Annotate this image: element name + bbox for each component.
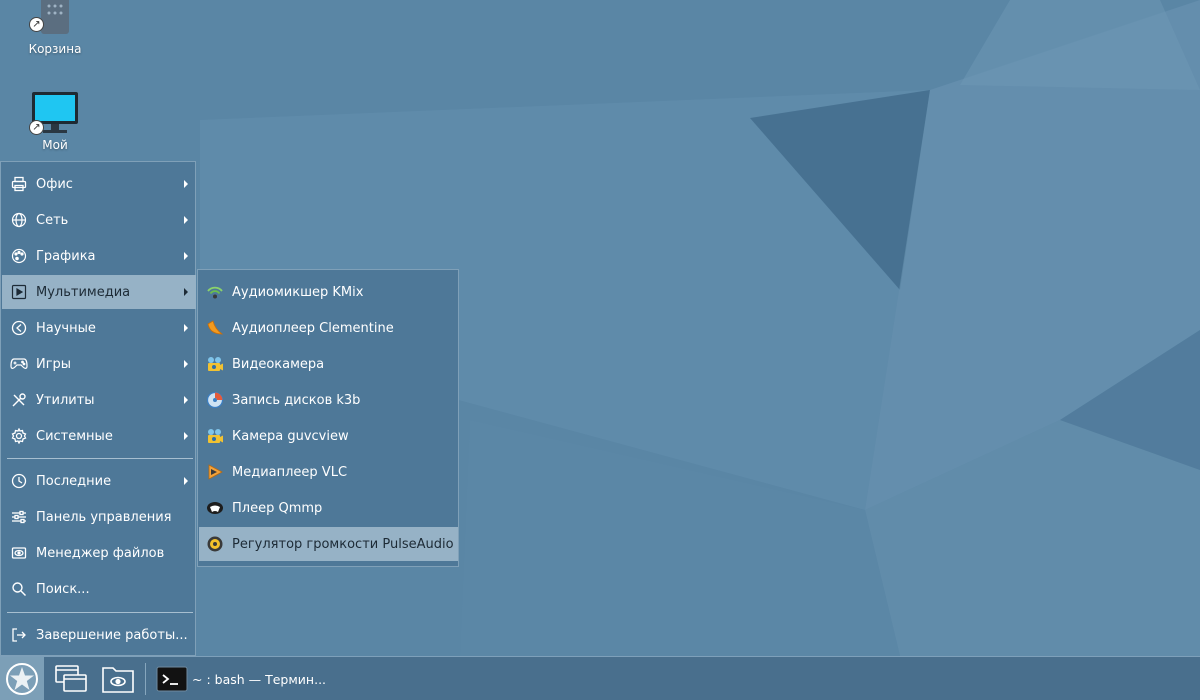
menu-item-label: Завершение работы... (36, 627, 188, 643)
sliders-icon (10, 508, 28, 526)
menu-item-system[interactable]: Системные (2, 419, 196, 453)
k3b-icon (206, 391, 224, 409)
gear-icon (10, 427, 28, 445)
submenu-arrow-icon (184, 432, 188, 440)
file-manager-launcher[interactable] (100, 661, 136, 697)
guvcview-icon (206, 427, 224, 445)
multimedia-submenu: Аудиомикшер KMix Аудиоплеер Clementine В… (197, 269, 459, 567)
taskbar-task-terminal[interactable]: ~ : bash — Термин... (156, 660, 326, 698)
qmmp-icon (206, 499, 224, 517)
printer-icon (10, 175, 28, 193)
menu-item-recent[interactable]: Последние (2, 464, 196, 498)
menu-item-label: Системные (36, 428, 113, 444)
submenu-item-webcam[interactable]: Видеокамера (199, 347, 458, 381)
submenu-arrow-icon (184, 180, 188, 188)
submenu-arrow-icon (184, 477, 188, 485)
desktop-icon-computer[interactable]: ↗ Мой (13, 90, 97, 152)
menu-item-label: Офис (36, 176, 73, 192)
folder-eye-icon (102, 667, 134, 693)
submenu-item-label: Регулятор громкости PulseAudio (232, 536, 454, 552)
menu-item-utilities[interactable]: Утилиты (2, 383, 196, 417)
menu-item-label: Панель управления (36, 509, 172, 525)
menu-item-label: Сеть (36, 212, 69, 228)
submenu-item-label: Запись дисков k3b (232, 392, 361, 408)
shortcut-arrow-icon: ↗ (29, 120, 44, 135)
pulseaudio-icon (206, 535, 224, 553)
menu-item-search[interactable]: Поиск... (2, 572, 196, 606)
menu-item-label: Научные (36, 320, 96, 336)
submenu-arrow-icon (184, 360, 188, 368)
menu-item-shutdown[interactable]: Завершение работы... (2, 618, 196, 652)
menu-item-multimedia[interactable]: Мультимедиа (2, 275, 196, 309)
submenu-item-label: Аудиоплеер Clementine (232, 320, 394, 336)
menu-item-office[interactable]: Офис (2, 167, 196, 201)
webcam-icon (206, 355, 224, 373)
submenu-arrow-icon (184, 324, 188, 332)
menu-item-label: Поиск... (36, 581, 90, 597)
submenu-arrow-icon (184, 252, 188, 260)
menu-item-label: Последние (36, 473, 112, 489)
play-icon (10, 283, 28, 301)
search-icon (10, 580, 28, 598)
submenu-item-clementine[interactable]: Аудиоплеер Clementine (199, 311, 458, 345)
shortcut-arrow-icon: ↗ (29, 17, 44, 32)
desktop-icon-label: Корзина (28, 42, 82, 56)
kmix-icon (206, 283, 224, 301)
tools-icon (10, 391, 28, 409)
menu-separator (7, 458, 193, 459)
menu-item-network[interactable]: Сеть (2, 203, 196, 237)
menu-item-games[interactable]: Игры (2, 347, 196, 381)
start-menu-button[interactable] (0, 657, 44, 700)
submenu-item-label: Медиаплеер VLC (232, 464, 348, 480)
submenu-item-kmix[interactable]: Аудиомикшер KMix (199, 275, 458, 309)
submenu-item-k3b[interactable]: Запись дисков k3b (199, 383, 458, 417)
submenu-item-label: Видеокамера (232, 356, 325, 372)
menu-separator (7, 612, 193, 613)
menu-item-control-panel[interactable]: Панель управления (2, 500, 196, 534)
submenu-item-vlc[interactable]: Медиаплеер VLC (199, 455, 458, 489)
desktop-icon-label: Мой (42, 138, 68, 152)
submenu-item-label: Плеер Qmmp (232, 500, 323, 516)
submenu-arrow-icon (184, 216, 188, 224)
vlc-icon (206, 463, 224, 481)
submenu-item-label: Камера guvcview (232, 428, 349, 444)
menu-item-label: Графика (36, 248, 96, 264)
taskbar-divider (145, 663, 146, 695)
submenu-item-pulseaudio[interactable]: Регулятор громкости PulseAudio (199, 527, 458, 561)
clementine-icon (206, 319, 224, 337)
submenu-arrow-icon (184, 396, 188, 404)
menu-item-science[interactable]: Научные (2, 311, 196, 345)
menu-item-graphics[interactable]: Графика (2, 239, 196, 273)
submenu-arrow-icon (184, 288, 188, 296)
menu-item-file-manager[interactable]: Менеджер файлов (2, 536, 196, 570)
logout-icon (10, 626, 28, 644)
show-windows-button[interactable] (53, 661, 89, 697)
clock-icon (10, 472, 28, 490)
application-menu: Офис Сеть Графика Мультимедиа Научные Иг (0, 161, 196, 656)
desktop-icon-trash[interactable]: ↗ Корзина (13, 0, 97, 56)
task-label: ~ : bash — Термин... (192, 671, 327, 687)
gamepad-icon (10, 355, 28, 373)
windows-icon (55, 665, 87, 692)
menu-item-label: Игры (36, 356, 72, 372)
submenu-item-qmmp[interactable]: Плеер Qmmp (199, 491, 458, 525)
star-logo-icon (6, 662, 38, 695)
globe-icon (10, 211, 28, 229)
science-icon (10, 319, 28, 337)
taskbar: ~ : bash — Термин... (0, 656, 1200, 700)
submenu-item-guvcview[interactable]: Камера guvcview (199, 419, 458, 453)
menu-item-label: Менеджер файлов (36, 545, 165, 561)
file-manager-icon (10, 544, 28, 562)
menu-item-label: Утилиты (36, 392, 95, 408)
palette-icon (10, 247, 28, 265)
menu-item-label: Мультимедиа (36, 284, 131, 300)
terminal-icon (156, 666, 188, 692)
submenu-item-label: Аудиомикшер KMix (232, 284, 364, 300)
